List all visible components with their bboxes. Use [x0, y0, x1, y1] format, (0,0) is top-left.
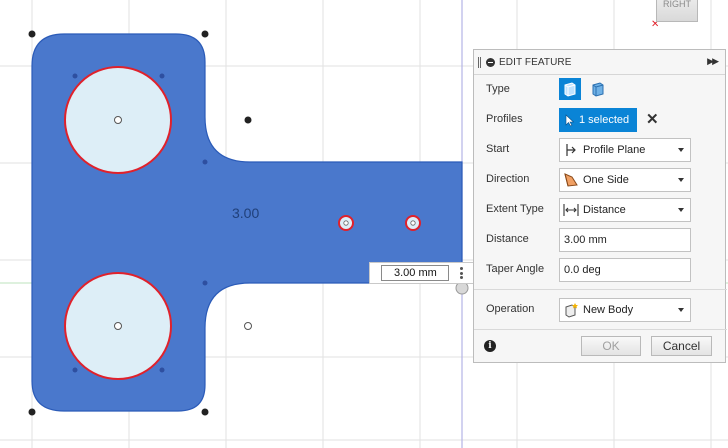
ok-button[interactable]: OK	[581, 336, 641, 356]
distance-dimension-input[interactable]: 3.00 mm	[381, 265, 449, 281]
viewcube[interactable]: RIGHT	[656, 0, 698, 22]
distance-input[interactable]: 3.00 mm	[559, 228, 691, 252]
direction-value: One Side	[583, 174, 629, 186]
extent-type-dropdown[interactable]: Distance	[559, 198, 691, 222]
center-point	[410, 220, 416, 226]
cancel-button[interactable]: Cancel	[651, 336, 712, 356]
distance-row: Distance 3.00 mm	[474, 228, 727, 252]
profiles-row: Profiles 1 selected ✕	[474, 108, 727, 132]
direction-label: Direction	[486, 173, 530, 185]
operation-value: New Body	[583, 304, 634, 316]
sketch-dimension-label: 3.00	[232, 205, 260, 221]
taper-angle-row: Taper Angle 0.0 deg	[474, 258, 727, 282]
expand-icon[interactable]: ▶▶	[707, 56, 719, 67]
type-label: Type	[486, 83, 510, 95]
start-label: Start	[486, 143, 510, 155]
one-side-icon	[563, 172, 579, 188]
extent-type-label: Extent Type	[486, 203, 544, 215]
center-point	[114, 322, 122, 330]
footer-divider	[474, 329, 727, 330]
start-row: Start Profile Plane	[474, 138, 727, 162]
info-icon[interactable]: i	[484, 340, 496, 352]
clear-selection-icon[interactable]: ✕	[646, 110, 659, 128]
chevron-down-icon	[678, 208, 684, 212]
operation-label: Operation	[486, 303, 535, 315]
type-row: Type	[474, 78, 727, 102]
chevron-down-icon	[678, 148, 684, 152]
profiles-select-button[interactable]: 1 selected	[559, 108, 637, 132]
profiles-value: 1 selected	[579, 114, 630, 126]
direction-row: Direction One Side	[474, 168, 727, 192]
extent-type-row: Extent Type Distance	[474, 198, 727, 222]
center-point	[114, 116, 122, 124]
taper-angle-label: Taper Angle	[486, 263, 545, 275]
direction-dropdown[interactable]: One Side	[559, 168, 691, 192]
distance-label: Distance	[486, 233, 529, 245]
extrude-solid-icon[interactable]	[559, 78, 581, 100]
panel-title: EDIT FEATURE	[499, 56, 572, 68]
drag-grip-icon[interactable]	[478, 56, 481, 68]
dimension-options-menu[interactable]	[456, 265, 466, 281]
start-dropdown[interactable]: Profile Plane	[559, 138, 691, 162]
viewcube-face-label: RIGHT	[663, 0, 691, 9]
profiles-label: Profiles	[486, 113, 523, 125]
cursor-arrow-icon	[565, 113, 575, 126]
edit-feature-panel: EDIT FEATURE ▶▶ Type Profiles 1 selected	[473, 49, 727, 363]
extrude-thin-icon[interactable]	[587, 78, 609, 100]
operation-dropdown[interactable]: New Body	[559, 298, 691, 322]
distance-icon	[563, 202, 579, 218]
taper-angle-input[interactable]: 0.0 deg	[559, 258, 691, 282]
extent-type-value: Distance	[583, 204, 626, 216]
new-body-icon	[563, 302, 579, 318]
sketch-point-open	[244, 322, 252, 330]
panel-header[interactable]: EDIT FEATURE ▶▶	[474, 50, 725, 75]
collapse-icon[interactable]	[486, 57, 495, 67]
center-point	[343, 220, 349, 226]
start-value: Profile Plane	[583, 144, 646, 156]
section-divider	[474, 289, 727, 290]
chevron-down-icon	[678, 308, 684, 312]
chevron-down-icon	[678, 178, 684, 182]
profile-plane-icon	[563, 142, 579, 158]
operation-row: Operation New Body	[474, 298, 727, 322]
